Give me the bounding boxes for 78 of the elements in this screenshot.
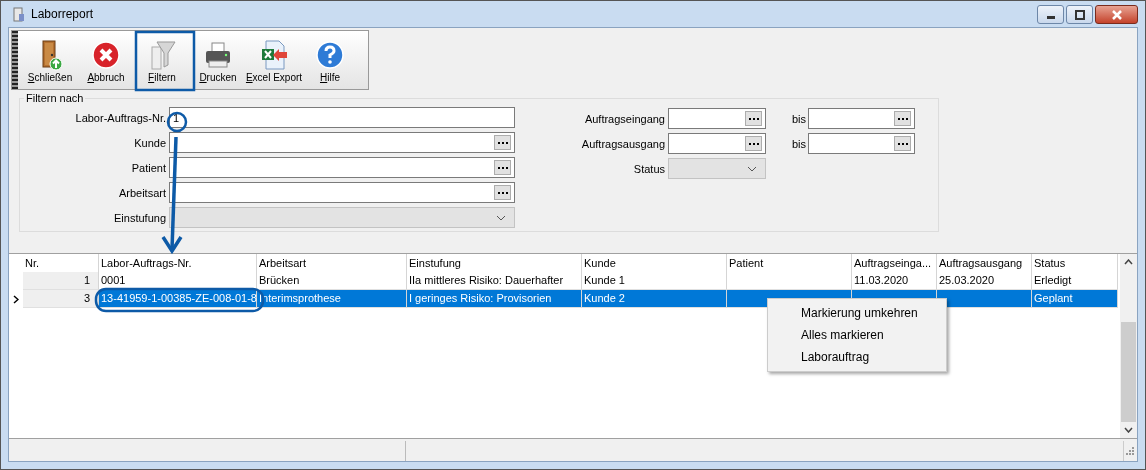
menu-item[interactable]: Alles markieren bbox=[768, 324, 946, 346]
chevron-down-icon bbox=[747, 165, 757, 172]
help-icon bbox=[315, 39, 345, 71]
table-cell: Kunde 1 bbox=[584, 274, 625, 286]
date-field[interactable] bbox=[808, 108, 915, 129]
toolbar-button[interactable]: Abbruch bbox=[78, 31, 134, 89]
ellipsis-icon bbox=[745, 111, 762, 126]
table-cell: 25.03.2020 bbox=[939, 274, 995, 286]
cancel-icon bbox=[91, 39, 121, 71]
column-header[interactable]: Labor-Auftrags-Nr. bbox=[99, 254, 257, 272]
lookup-field[interactable] bbox=[169, 157, 515, 178]
scrollbar-thumb[interactable] bbox=[1121, 322, 1136, 422]
lookup-field[interactable] bbox=[169, 182, 515, 203]
column-header[interactable]: Patient bbox=[727, 254, 852, 272]
date-field[interactable] bbox=[668, 108, 766, 129]
ellipsis-icon bbox=[494, 135, 511, 150]
group-title: Filtern nach bbox=[25, 92, 85, 104]
resize-grip-icon[interactable] bbox=[1126, 447, 1134, 455]
window-title: Laborreport bbox=[31, 7, 94, 21]
chevron-up-icon bbox=[1124, 259, 1133, 265]
column-header[interactable]: Auftragseinga... bbox=[852, 254, 937, 272]
field-label: Auftragsausgang bbox=[580, 137, 666, 150]
column-header[interactable]: Kunde bbox=[582, 254, 727, 272]
maximize-icon bbox=[1074, 9, 1085, 20]
table-cell: I geringes Risiko: Provisorien bbox=[409, 292, 552, 304]
ellipsis-icon bbox=[745, 136, 762, 151]
column-header[interactable]: Auftragsausgang bbox=[937, 254, 1032, 272]
toolbar-button[interactable]: Filtern bbox=[134, 31, 190, 89]
document-icon bbox=[13, 6, 25, 22]
minimize-button[interactable] bbox=[1037, 5, 1064, 24]
toolbar-button[interactable]: Hilfe bbox=[302, 31, 358, 89]
table-cell: Geplant bbox=[1034, 292, 1073, 304]
vertical-scrollbar[interactable] bbox=[1120, 254, 1137, 438]
column-header[interactable]: Einstufung bbox=[407, 254, 582, 272]
field-label: Labor-Auftrags-Nr. bbox=[74, 111, 167, 124]
column-header[interactable]: Status bbox=[1032, 254, 1118, 272]
highlight-circle bbox=[166, 111, 188, 133]
lookup-field[interactable] bbox=[169, 132, 515, 153]
spreadsheet-export-icon bbox=[259, 39, 289, 71]
field-label: bis bbox=[790, 112, 807, 125]
toolbar-grip bbox=[12, 31, 18, 89]
field-label: Auftragseingang bbox=[583, 112, 666, 125]
table-cell: Kunde 2 bbox=[584, 292, 625, 304]
field-label: bis bbox=[790, 137, 807, 150]
field-label: Patient bbox=[130, 161, 167, 174]
menu-item[interactable]: Laborauftrag bbox=[768, 346, 946, 368]
date-field[interactable] bbox=[808, 133, 915, 154]
ellipsis-icon bbox=[494, 160, 511, 175]
table-cell: Erledigt bbox=[1034, 274, 1072, 286]
table-cell: 0001 bbox=[101, 274, 126, 286]
column-header[interactable]: Arbeitsart bbox=[257, 254, 407, 272]
toolbar-button[interactable]: Schließen bbox=[22, 31, 78, 89]
table-cell: Brücken bbox=[259, 274, 300, 286]
minimize-icon bbox=[1046, 16, 1055, 19]
highlight-rectangle bbox=[134, 30, 196, 92]
chevron-down-icon bbox=[1124, 427, 1133, 433]
table-cell: 1 bbox=[83, 274, 90, 286]
ellipsis-icon bbox=[894, 111, 911, 126]
table-cell: IIa mittleres Risiko: Dauerhafter bbox=[409, 274, 564, 286]
chevron-down-icon bbox=[496, 214, 506, 221]
field-label: Kunde bbox=[133, 136, 167, 149]
table-cell: 3 bbox=[83, 292, 90, 304]
field-label: Arbeitsart bbox=[117, 186, 167, 199]
field-label: Einstufung bbox=[113, 211, 167, 224]
field-value: 1 bbox=[173, 111, 180, 124]
ellipsis-icon bbox=[494, 185, 511, 200]
date-field[interactable] bbox=[668, 133, 766, 154]
table-cell: 11.03.2020 bbox=[854, 274, 909, 286]
field-label: Status bbox=[632, 162, 666, 175]
input-field[interactable]: 1 bbox=[169, 107, 515, 128]
printer-icon bbox=[203, 39, 233, 71]
table-cell: Interimsprothese bbox=[259, 292, 341, 304]
ellipsis-icon bbox=[894, 136, 911, 151]
toolbar-button[interactable]: Drucken bbox=[190, 31, 246, 89]
close-icon bbox=[1110, 9, 1123, 20]
close-button[interactable] bbox=[1095, 5, 1138, 24]
maximize-button[interactable] bbox=[1066, 5, 1093, 24]
toolbar-button[interactable]: Excel Export bbox=[246, 31, 302, 89]
